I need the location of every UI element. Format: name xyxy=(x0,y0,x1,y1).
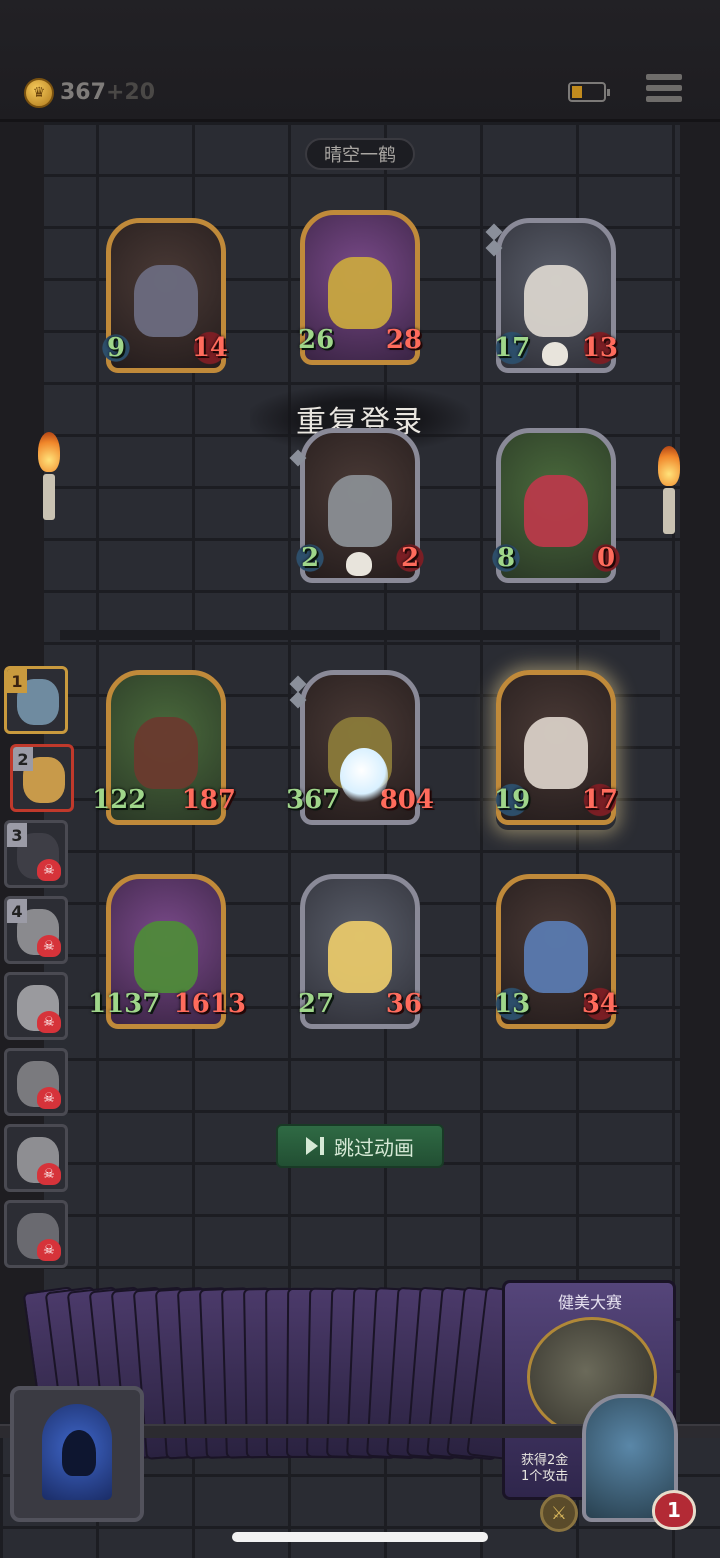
card-attack: 2 xyxy=(294,540,326,576)
rank-badge: 3 xyxy=(7,823,27,847)
card-attack: 19 xyxy=(490,782,535,818)
roster-player[interactable]: 2 xyxy=(10,744,74,812)
card-attack: 17 xyxy=(490,330,535,366)
player-card[interactable]: 122 187 xyxy=(92,670,236,830)
card-health: 2 xyxy=(394,540,426,576)
card-attack: 1137 xyxy=(88,989,161,1019)
board-divider xyxy=(60,630,660,640)
roster-player[interactable]: ☠ xyxy=(4,972,68,1040)
enemy-card[interactable]: 17 13 xyxy=(485,218,622,378)
skip-forward-icon xyxy=(306,1137,326,1155)
enemy-card[interactable]: 2 2 xyxy=(289,428,426,588)
card-health: 13 xyxy=(577,330,622,366)
card-attack: 13 xyxy=(490,986,535,1022)
card-attack: 9 xyxy=(100,330,132,366)
skip-animation-button[interactable]: 跳过动画 xyxy=(276,1124,444,1168)
roster-player[interactable]: 3 ☠ xyxy=(4,820,68,888)
card-attack: 26 xyxy=(298,325,335,355)
skull-eliminated-icon: ☠ xyxy=(37,935,61,957)
skull-eliminated-icon: ☠ xyxy=(37,1163,61,1185)
card-health: 14 xyxy=(187,330,232,366)
hero-lives: 1 xyxy=(652,1490,696,1530)
gold-amount: 367 xyxy=(60,80,106,105)
roster-player[interactable]: 1 xyxy=(4,666,68,734)
hyena-portrait xyxy=(134,265,198,338)
enemy-card[interactable]: 9 14 xyxy=(100,218,232,378)
enemy-card[interactable]: 8 0 xyxy=(490,428,622,588)
card-health: 0 xyxy=(590,540,622,576)
skull-icon xyxy=(346,552,372,576)
card-health: 17 xyxy=(577,782,622,818)
card-health: 1613 xyxy=(173,989,246,1019)
battery-low-icon xyxy=(568,82,610,102)
top-bar: ♛ 367 +20 xyxy=(0,0,720,122)
home-indicator[interactable] xyxy=(232,1532,488,1542)
rank-badge: 1 xyxy=(7,669,27,693)
enemy-card[interactable]: 26 28 xyxy=(298,210,422,370)
roster-player[interactable]: ☠ xyxy=(4,1200,68,1268)
hamburger-menu-icon[interactable] xyxy=(646,74,682,106)
card-health: 28 xyxy=(385,325,422,355)
rat-warrior-portrait xyxy=(524,717,588,790)
torch-left-icon xyxy=(38,432,60,522)
roster-player[interactable]: 4 ☠ xyxy=(4,896,68,964)
octopus-silhouette-icon xyxy=(62,1430,96,1476)
featured-card-title: 健美大赛 xyxy=(557,1293,622,1312)
card-attack: 27 xyxy=(298,989,335,1019)
board-right-wall xyxy=(680,122,720,1422)
mosquito-robot-portrait xyxy=(328,257,392,330)
clown-portrait xyxy=(524,475,588,548)
opponent-name: 晴空一鹤 xyxy=(305,138,415,170)
fairy-portrait xyxy=(328,921,392,994)
skull-eliminated-icon: ☠ xyxy=(37,1239,61,1261)
player-card[interactable]: 27 36 xyxy=(298,874,422,1034)
skull-eliminated-icon: ☠ xyxy=(37,1087,61,1109)
card-attack: 122 xyxy=(92,785,147,815)
card-attack: 8 xyxy=(490,540,522,576)
gold-bonus: +20 xyxy=(106,80,156,105)
leaf-child-portrait xyxy=(134,921,198,994)
old-pirate-portrait xyxy=(524,265,588,338)
skull-icon xyxy=(542,342,568,366)
skull-eliminated-icon: ☠ xyxy=(37,1011,61,1033)
sword-badge-icon[interactable]: ⚔ xyxy=(540,1494,578,1532)
boar-portrait xyxy=(134,717,198,790)
player-card[interactable]: 13 34 xyxy=(490,874,622,1034)
bell-robot-portrait xyxy=(328,475,392,548)
roster-player[interactable]: ☠ xyxy=(4,1048,68,1116)
skip-animation-label: 跳过动画 xyxy=(334,1135,414,1160)
skull-eliminated-icon: ☠ xyxy=(37,859,61,881)
roster-player[interactable]: ☠ xyxy=(4,1124,68,1192)
card-health: 187 xyxy=(181,785,236,815)
rank-badge: 2 xyxy=(13,747,33,771)
player-card[interactable]: 1137 1613 xyxy=(88,874,246,1034)
rank-badge: 4 xyxy=(7,899,27,923)
card-health: 34 xyxy=(577,986,622,1022)
torch-right-icon xyxy=(658,446,680,536)
card-health: 36 xyxy=(385,989,422,1019)
attack-orb-effect xyxy=(340,748,388,804)
crown-coin-icon: ♛ xyxy=(24,78,54,108)
tavern-shop-button[interactable] xyxy=(10,1386,144,1522)
player-card[interactable]: 19 17 xyxy=(490,670,622,830)
card-attack: 367 xyxy=(286,785,341,815)
elf-portrait xyxy=(524,921,588,994)
